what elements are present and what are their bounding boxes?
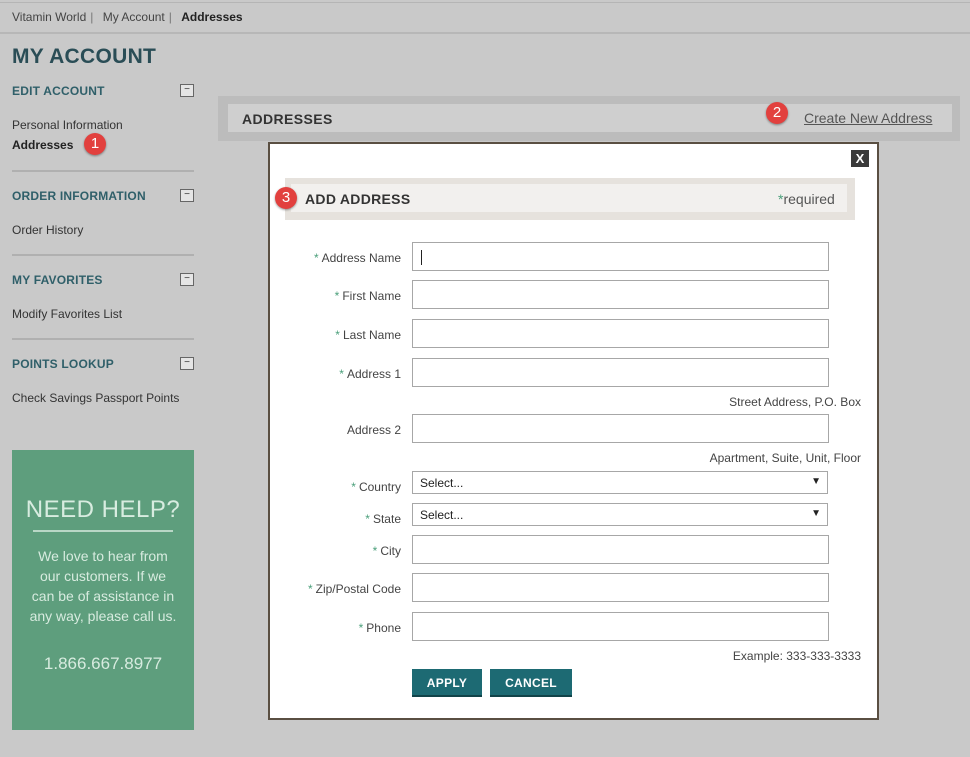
last-name-label-text: Last Name	[342, 328, 401, 342]
sidebar-heading: POINTS LOOKUP	[12, 357, 114, 371]
annotation-badge-1: 1	[84, 133, 106, 155]
need-help-divider	[33, 530, 173, 532]
sidebar-item-check-points[interactable]: Check Savings Passport Points	[12, 391, 194, 405]
modal-title: ADD ADDRESS	[305, 191, 411, 207]
sidebar-section-my-favorites: MY FAVORITES − Modify Favorites List	[12, 273, 194, 321]
required-star: *	[334, 289, 340, 303]
required-note: *required	[778, 191, 835, 207]
annotation-badge-3: 3	[275, 187, 297, 209]
sidebar-divider	[12, 338, 194, 340]
sidebar-section-points-lookup: POINTS LOOKUP − Check Savings Passport P…	[12, 357, 194, 405]
collapse-icon[interactable]: −	[180, 273, 194, 286]
breadcrumb-separator: |	[168, 10, 172, 24]
zip-label: * Zip/Postal Code	[231, 582, 401, 596]
need-help-title: NEED HELP?	[25, 496, 181, 523]
sidebar-section-order-information: ORDER INFORMATION − Order History	[12, 189, 194, 237]
create-new-address-link[interactable]: Create New Address	[804, 110, 932, 126]
required-star: *	[307, 582, 313, 596]
city-input[interactable]	[412, 535, 829, 564]
address-name-label-text: Address Name	[321, 251, 401, 265]
required-star: *	[351, 480, 356, 494]
breadcrumb-my-account[interactable]: My Account	[103, 10, 165, 24]
collapse-icon[interactable]: −	[180, 84, 194, 97]
sidebar-item-modify-favorites[interactable]: Modify Favorites List	[12, 307, 194, 321]
address2-input[interactable]	[412, 414, 829, 443]
phone-input[interactable]	[412, 612, 829, 641]
text-cursor	[421, 250, 422, 265]
zip-label-text: Zip/Postal Code	[315, 582, 401, 596]
city-label: * City	[231, 544, 401, 558]
city-label-text: City	[380, 544, 401, 558]
first-name-label-text: First Name	[342, 289, 401, 303]
state-select-value: Select...	[420, 508, 464, 522]
required-star: *	[339, 367, 344, 381]
sidebar-item-personal-information[interactable]: Personal Information	[12, 118, 194, 132]
required-star: *	[358, 621, 364, 635]
state-select[interactable]: Select... ▼	[412, 503, 828, 526]
sidebar-item-order-history[interactable]: Order History	[12, 223, 194, 237]
sidebar-heading: MY FAVORITES	[12, 273, 103, 287]
need-help-text: We love to hear from our customers. If w…	[29, 548, 177, 624]
address1-label-text: Address 1	[346, 367, 401, 381]
address-name-input[interactable]	[412, 242, 829, 271]
address2-label-text: Address 2	[346, 423, 401, 437]
country-select-value: Select...	[420, 476, 464, 490]
breadcrumb-divider	[0, 32, 970, 34]
need-help-panel: NEED HELP? We love to hear from our cust…	[12, 450, 194, 730]
address1-hint: Street Address, P.O. Box	[729, 395, 861, 409]
country-label-text: Country	[358, 480, 401, 494]
required-star: *	[372, 544, 378, 558]
phone-label: * Phone	[231, 621, 401, 635]
address1-label: * Address 1	[231, 367, 401, 381]
sidebar-divider	[12, 254, 194, 256]
top-divider	[0, 2, 970, 3]
address1-input[interactable]	[412, 358, 829, 387]
dropdown-arrow-icon: ▼	[811, 476, 821, 487]
country-label: * Country	[231, 480, 401, 494]
state-label-text: State	[372, 512, 401, 526]
collapse-icon[interactable]: −	[180, 189, 194, 202]
breadcrumb-current: Addresses	[181, 10, 243, 24]
collapse-icon[interactable]: −	[180, 357, 194, 370]
breadcrumb-vitamin-world[interactable]: Vitamin World	[12, 10, 86, 24]
close-button[interactable]: X	[851, 150, 869, 167]
required-star: *	[313, 251, 319, 265]
last-name-input[interactable]	[412, 319, 829, 348]
first-name-input[interactable]	[412, 280, 829, 309]
sidebar-heading: EDIT ACCOUNT	[12, 84, 105, 98]
phone-label-text: Phone	[366, 621, 401, 635]
sidebar-heading: ORDER INFORMATION	[12, 189, 146, 203]
state-label: * State	[231, 512, 401, 526]
phone-hint: Example: 333-333-3333	[732, 649, 861, 663]
page-title: MY ACCOUNT	[12, 45, 157, 68]
sidebar-divider	[12, 170, 194, 172]
zip-input[interactable]	[412, 573, 829, 602]
cancel-button[interactable]: CANCEL	[490, 669, 572, 697]
breadcrumb-separator: |	[90, 10, 94, 24]
country-select[interactable]: Select... ▼	[412, 471, 828, 494]
required-text: required	[783, 191, 835, 207]
address2-hint: Apartment, Suite, Unit, Floor	[709, 451, 861, 465]
first-name-label: * First Name	[231, 289, 401, 303]
addresses-title: ADDRESSES	[242, 111, 333, 127]
annotation-badge-2: 2	[766, 102, 788, 124]
breadcrumb: Vitamin World | My Account | Addresses	[12, 10, 243, 24]
apply-button[interactable]: APPLY	[412, 669, 482, 697]
last-name-label: * Last Name	[231, 328, 401, 342]
required-star: *	[365, 512, 370, 526]
address2-label: Address 2	[231, 423, 401, 437]
dropdown-arrow-icon: ▼	[811, 508, 821, 519]
address-name-label: * Address Name	[231, 251, 401, 265]
required-star: *	[335, 328, 340, 342]
need-help-phone[interactable]: 1.866.667.8977	[12, 654, 194, 674]
